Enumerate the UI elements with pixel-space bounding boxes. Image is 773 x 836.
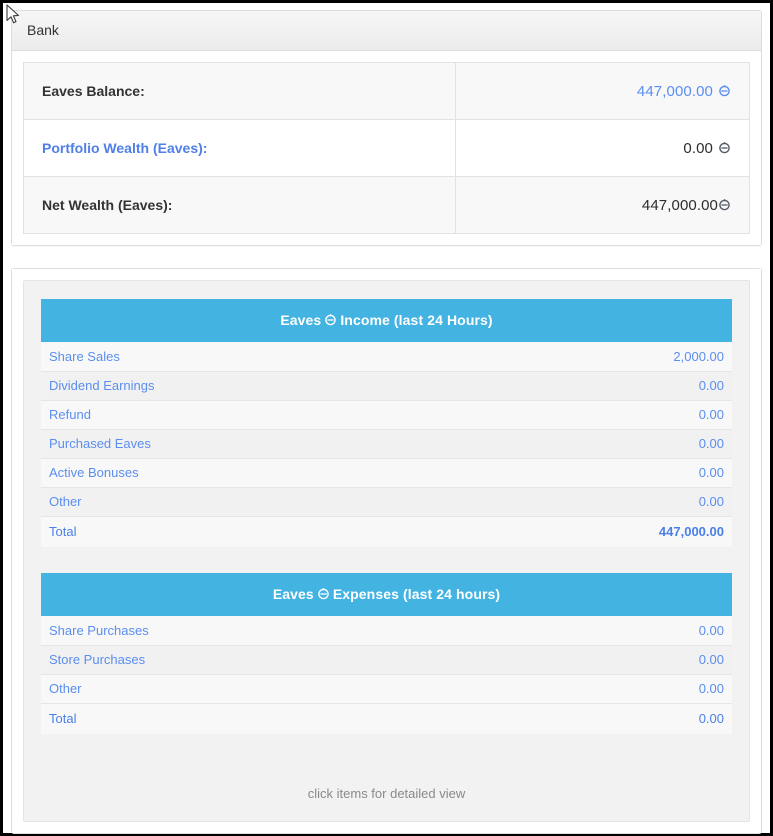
eaves-coin-icon [718, 198, 731, 212]
expenses-row-value: 0.00 [572, 674, 732, 704]
income-ledger-header: Eaves Income (last 24 Hours) [41, 299, 732, 342]
eaves-coin-icon [718, 141, 731, 155]
balance-row-label: Net Wealth (Eaves): [23, 176, 456, 234]
balance-row-value: 447,000.00 [455, 176, 750, 234]
list-item[interactable]: Refund 0.00 [41, 400, 732, 430]
expenses-header-prefix: Eaves [272, 586, 314, 602]
income-row-value: 0.00 [572, 429, 732, 459]
list-item[interactable]: Share Sales 2,000.00 [41, 342, 732, 372]
expenses-total-row[interactable]: Total 0.00 [41, 703, 732, 734]
page-title: Bank [27, 22, 59, 38]
income-row-label[interactable]: Dividend Earnings [41, 371, 572, 401]
income-row-value: 0.00 [572, 487, 732, 517]
income-ledger: Eaves Income (last 24 Hours) Share Sales … [41, 299, 732, 547]
expenses-row-value: 0.00 [572, 616, 732, 646]
list-item[interactable]: Share Purchases 0.00 [41, 616, 732, 646]
income-row-label[interactable]: Active Bonuses [41, 458, 572, 488]
income-rows-table: Share Sales 2,000.00 Dividend Earnings 0… [41, 342, 732, 547]
income-total-label[interactable]: Total [41, 516, 572, 547]
balance-row-value: 447,000.00 [455, 62, 750, 120]
expenses-rows-body: Share Purchases 0.00 Store Purchases 0.0… [41, 616, 732, 734]
income-rows-body: Share Sales 2,000.00 Dividend Earnings 0… [41, 342, 732, 547]
table-row: Eaves Balance: 447,000.00 [23, 62, 750, 120]
balance-table: Eaves Balance: 447,000.00 Portfolio Weal… [23, 62, 750, 234]
list-item[interactable]: Dividend Earnings 0.00 [41, 371, 732, 401]
expenses-header-suffix: Expenses (last 24 hours) [332, 586, 501, 602]
list-item[interactable]: Active Bonuses 0.00 [41, 458, 732, 488]
expenses-ledger: Eaves Expenses (last 24 hours) Share Purc… [41, 573, 732, 734]
expenses-row-label[interactable]: Store Purchases [41, 645, 572, 675]
balance-row-amount: 447,000.00 [636, 83, 713, 100]
eaves-coin-icon [718, 84, 731, 98]
income-row-value: 0.00 [572, 371, 732, 401]
bank-finance-body: Eaves Income (last 24 Hours) Share Sales … [12, 269, 761, 833]
list-item[interactable]: Other 0.00 [41, 674, 732, 704]
table-row: Portfolio Wealth (Eaves): 0.00 [23, 119, 750, 177]
balance-row-label: Eaves Balance: [23, 62, 456, 120]
income-row-value: 0.00 [572, 400, 732, 430]
income-row-label[interactable]: Share Sales [41, 342, 572, 372]
panel-header-bank: Bank [12, 11, 761, 51]
income-total-value: 447,000.00 [572, 516, 732, 547]
list-item[interactable]: Purchased Eaves 0.00 [41, 429, 732, 459]
income-row-value: 0.00 [572, 458, 732, 488]
expenses-total-value: 0.00 [572, 703, 732, 734]
balance-row-label-link[interactable]: Portfolio Wealth (Eaves): [23, 119, 456, 177]
bank-finance-panel: Eaves Income (last 24 Hours) Share Sales … [11, 268, 762, 834]
finance-inner-box: Eaves Income (last 24 Hours) Share Sales … [23, 280, 750, 822]
balance-row-amount: 0.00 [683, 140, 713, 157]
list-item[interactable]: Store Purchases 0.00 [41, 645, 732, 675]
page-content: Bank Eaves Balance: 447,000.00 Portfolio… [3, 3, 770, 834]
income-header-suffix: Income (last 24 Hours) [340, 312, 493, 328]
eaves-coin-icon [317, 587, 330, 601]
list-item[interactable]: Other 0.00 [41, 487, 732, 517]
income-header-prefix: Eaves [280, 312, 322, 328]
expenses-row-label[interactable]: Other [41, 674, 572, 704]
income-row-label[interactable]: Purchased Eaves [41, 429, 572, 459]
bank-balance-panel: Bank Eaves Balance: 447,000.00 Portfolio… [11, 10, 762, 246]
eaves-coin-icon [324, 313, 337, 327]
expenses-ledger-header: Eaves Expenses (last 24 hours) [41, 573, 732, 616]
balance-table-body: Eaves Balance: 447,000.00 Portfolio Weal… [23, 62, 750, 234]
detail-view-hint: click items for detailed view [307, 786, 466, 801]
expenses-total-label[interactable]: Total [41, 703, 572, 734]
expenses-row-value: 0.00 [572, 645, 732, 675]
bank-balance-body: Eaves Balance: 447,000.00 Portfolio Weal… [12, 51, 761, 245]
expenses-rows-table: Share Purchases 0.00 Store Purchases 0.0… [41, 616, 732, 734]
expenses-row-label[interactable]: Share Purchases [41, 616, 572, 646]
page-frame: Bank Eaves Balance: 447,000.00 Portfolio… [0, 0, 773, 836]
income-total-row[interactable]: Total 447,000.00 [41, 516, 732, 547]
income-row-label[interactable]: Other [41, 487, 572, 517]
table-row: Net Wealth (Eaves): 447,000.00 [23, 176, 750, 234]
balance-row-value: 0.00 [455, 119, 750, 177]
income-row-label[interactable]: Refund [41, 400, 572, 430]
income-row-value: 2,000.00 [572, 342, 732, 372]
balance-row-amount: 447,000.00 [641, 197, 718, 214]
